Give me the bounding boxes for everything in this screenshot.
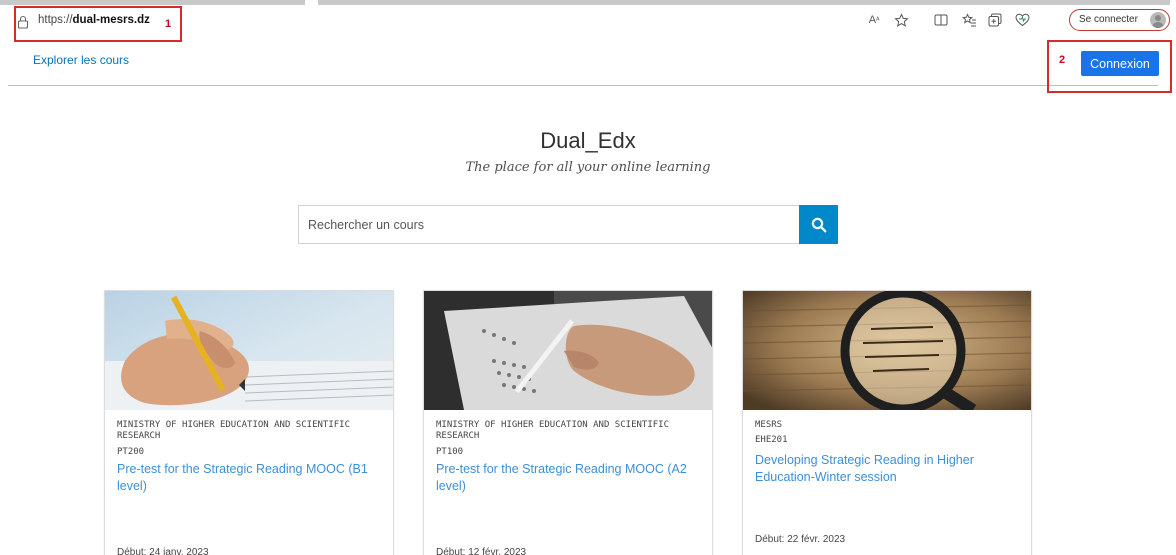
split-screen-icon[interactable] [933, 12, 949, 28]
favorites-list-icon[interactable] [961, 12, 977, 28]
course-title-link[interactable]: Pre-test for the Strategic Reading MOOC … [117, 461, 385, 495]
page-title: Dual_Edx [540, 128, 636, 153]
annotation-number-2: 2 [1059, 54, 1066, 66]
search-button[interactable] [799, 205, 838, 244]
course-card[interactable]: MINISTRY OF HIGHER EDUCATION AND SCIENTI… [104, 290, 394, 555]
browser-essentials-icon[interactable] [1014, 12, 1030, 28]
header-divider [8, 85, 1158, 86]
course-code: EHE201 [755, 435, 788, 445]
course-image-answer-sheet[interactable] [424, 291, 712, 410]
profile-avatar-icon [1150, 12, 1166, 28]
course-start-date: Début: 12 févr. 2023 [436, 547, 527, 555]
explore-courses-link[interactable]: Explorer les cours [33, 53, 129, 67]
course-start-date: Début: 24 janv. 2023 [117, 547, 209, 555]
annotation-number-1: 1 [165, 18, 172, 30]
tab-strip-segment [0, 0, 305, 5]
course-image-magnifying-glass[interactable] [743, 291, 1031, 410]
course-org: MESRS [755, 420, 783, 430]
course-title-link[interactable]: Developing Strategic Reading in Higher E… [755, 452, 1023, 486]
course-start-date: Début: 22 févr. 2023 [755, 534, 846, 545]
course-org: MINISTRY OF HIGHER EDUCATION AND SCIENTI… [117, 420, 350, 441]
tab-strip-segment [318, 0, 1170, 5]
search-icon [811, 217, 826, 232]
course-card[interactable]: MESRS EHE201 Developing Strategic Readin… [742, 290, 1032, 555]
read-aloud-icon[interactable]: Aᴬ [866, 12, 882, 28]
browser-signin-button[interactable]: Se connecter [1069, 9, 1170, 31]
course-code: PT200 [117, 447, 145, 457]
course-org: MINISTRY OF HIGHER EDUCATION AND SCIENTI… [436, 420, 669, 441]
page-subtitle: The place for all your online learning [465, 160, 711, 175]
course-search-input[interactable] [298, 205, 799, 244]
highlight-box-login [1047, 40, 1172, 93]
course-card[interactable]: MINISTRY OF HIGHER EDUCATION AND SCIENTI… [423, 290, 713, 555]
site-header: Explorer les cours [0, 37, 1176, 85]
browser-signin-label: Se connecter [1079, 14, 1138, 25]
collections-icon[interactable] [987, 12, 1003, 28]
course-code: PT100 [436, 447, 464, 457]
course-title-link[interactable]: Pre-test for the Strategic Reading MOOC … [436, 461, 704, 495]
favorite-star-icon[interactable] [893, 12, 909, 28]
course-image-pencil-writing[interactable] [105, 291, 393, 410]
